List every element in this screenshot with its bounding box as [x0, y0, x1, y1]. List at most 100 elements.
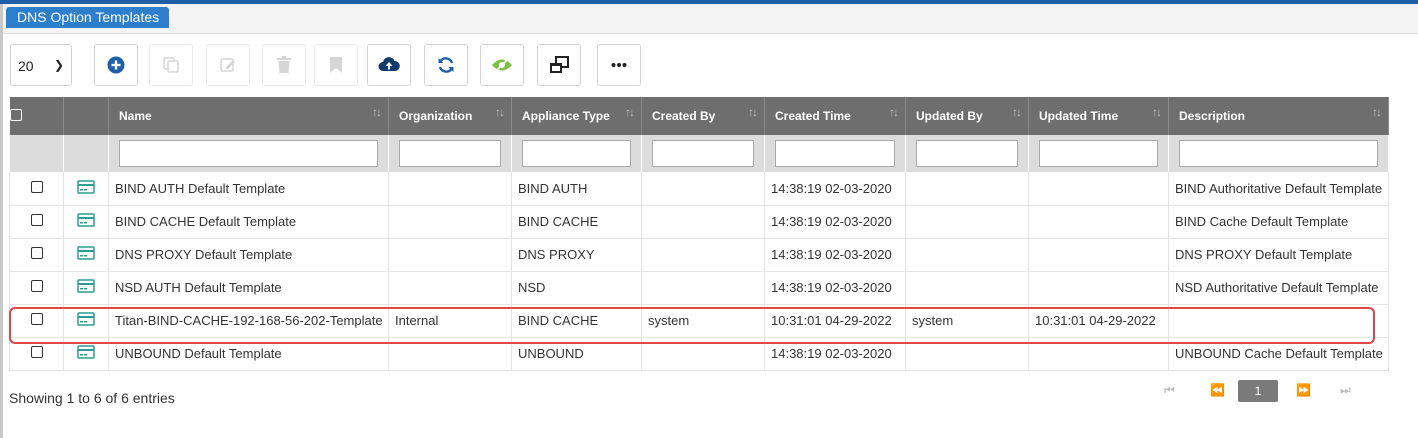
bookmark-button[interactable] [314, 44, 358, 86]
filter-name-input[interactable] [119, 140, 378, 167]
cloud-upload-icon [378, 57, 400, 71]
edit-button[interactable] [206, 44, 250, 86]
cell-created-by [641, 172, 765, 206]
filter-created-time-input[interactable] [775, 140, 895, 167]
cell-name: BIND CACHE Default Template [108, 205, 389, 239]
template-card-icon[interactable] [77, 312, 95, 326]
cell-description [1168, 304, 1389, 338]
current-page-button[interactable]: 1 [1238, 380, 1278, 402]
sort-icon[interactable]: ↑↓ [889, 105, 899, 119]
column-header-organization[interactable]: Organization ↑↓ [388, 97, 512, 135]
cell-updated-by [905, 238, 1029, 272]
column-header-updated-by[interactable]: Updated By ↑↓ [905, 97, 1029, 135]
column-header-updated-time[interactable]: Updated Time ↑↓ [1028, 97, 1169, 135]
cell-created-time: 10:31:01 04-29-2022 [764, 304, 906, 338]
page-size-value: 20 [18, 58, 34, 74]
column-header-name[interactable]: Name ↑↓ [108, 97, 389, 135]
filter-spacer [63, 135, 109, 172]
row-select-cell [9, 205, 64, 239]
select-all-checkbox[interactable] [9, 108, 22, 121]
select-all-header [9, 97, 64, 135]
sort-icon[interactable]: ↑↓ [1372, 105, 1382, 119]
sort-icon[interactable]: ↑↓ [625, 105, 635, 119]
icon-column-header [63, 97, 109, 135]
more-button[interactable] [597, 44, 641, 86]
table-row[interactable]: BIND AUTH Default Template BIND AUTH 14:38… [9, 172, 1389, 206]
column-header-description[interactable]: Description ↑↓ [1168, 97, 1389, 135]
page-size-select[interactable]: 20 ❯ [10, 44, 72, 86]
sort-icon[interactable]: ↑↓ [1012, 105, 1022, 119]
filter-cell [905, 135, 1029, 172]
row-checkbox[interactable] [30, 280, 43, 292]
filter-description-input[interactable] [1179, 140, 1378, 167]
next-page-icon[interactable]: ⏩ [1296, 383, 1311, 397]
add-button[interactable] [94, 44, 138, 86]
left-edge-stripe [0, 4, 3, 438]
cell-appliance-type: BIND AUTH [511, 172, 642, 206]
eye-icon [492, 57, 512, 73]
cell-organization: Internal [388, 304, 512, 338]
cell-created-by: system [641, 304, 765, 338]
cell-name: BIND AUTH Default Template [108, 172, 389, 206]
row-icon-cell [63, 271, 109, 305]
template-card-icon[interactable] [77, 180, 95, 194]
table-row[interactable]: Titan-BIND-CACHE-192-168-56-202-Template… [9, 304, 1389, 338]
row-checkbox[interactable] [30, 247, 43, 259]
sort-icon[interactable]: ↑↓ [1152, 105, 1162, 119]
refresh-button[interactable] [424, 44, 468, 86]
column-header-created-time[interactable]: Created Time ↑↓ [764, 97, 906, 135]
row-icon-cell [63, 304, 109, 338]
filter-cell [388, 135, 512, 172]
visibility-button[interactable] [480, 44, 524, 86]
windows-button[interactable] [537, 44, 581, 86]
prev-page-icon[interactable]: ⏪ [1210, 383, 1225, 397]
last-page-icon[interactable]: ⏭ [1340, 383, 1351, 398]
row-icon-cell [63, 172, 109, 206]
sort-icon[interactable]: ↑↓ [495, 105, 505, 119]
filter-updated-time-input[interactable] [1039, 140, 1158, 167]
sort-icon[interactable]: ↑↓ [372, 105, 382, 119]
template-card-icon[interactable] [77, 345, 95, 359]
template-card-icon[interactable] [77, 279, 95, 293]
upload-button[interactable] [367, 44, 411, 86]
table-row[interactable]: UNBOUND Default Template UNBOUND 14:38:19 … [9, 337, 1389, 371]
refresh-icon [438, 57, 454, 73]
entries-summary: Showing 1 to 6 of 6 entries [9, 390, 175, 406]
row-checkbox[interactable] [30, 214, 43, 226]
row-select-cell [9, 337, 64, 371]
filter-cell [1028, 135, 1169, 172]
template-card-icon[interactable] [77, 213, 95, 227]
row-checkbox[interactable] [30, 346, 43, 358]
table-row[interactable]: BIND CACHE Default Template BIND CACHE 14:… [9, 205, 1389, 239]
filter-updated-by-input[interactable] [916, 140, 1018, 167]
copy-icon [163, 57, 179, 73]
first-page-icon[interactable]: ⏮ [1164, 383, 1175, 398]
table-row[interactable]: DNS PROXY Default Template DNS PROXY 14:38… [9, 238, 1389, 272]
row-checkbox[interactable] [30, 180, 43, 193]
delete-button[interactable] [262, 44, 306, 86]
row-icon-cell [63, 238, 109, 272]
cell-name: DNS PROXY Default Template [108, 238, 389, 272]
templates-table: Name ↑↓ Organization ↑↓ Appliance Type ↑↓ C… [9, 97, 1389, 371]
cell-description: BIND Authoritative Default Template [1168, 172, 1389, 206]
cell-organization [388, 337, 512, 371]
row-checkbox[interactable] [30, 313, 43, 325]
table-row[interactable]: NSD AUTH Default Template NSD 14:38:19 02-… [9, 271, 1389, 305]
cell-created-by [641, 205, 765, 239]
sort-icon[interactable]: ↑↓ [748, 105, 758, 119]
copy-button[interactable] [149, 44, 193, 86]
cell-name[interactable]: Titan-BIND-CACHE-192-168-56-202-Template [108, 304, 389, 338]
cell-appliance-type: UNBOUND [511, 337, 642, 371]
cell-organization [388, 172, 512, 206]
filter-created-by-input[interactable] [652, 140, 754, 167]
cell-description: NSD Authoritative Default Template [1168, 271, 1389, 305]
filter-cell [108, 135, 389, 172]
column-header-created-by[interactable]: Created By ↑↓ [641, 97, 765, 135]
filter-organization-input[interactable] [399, 140, 501, 167]
template-card-icon[interactable] [77, 246, 95, 260]
page-title-tab[interactable]: DNS Option Templates [6, 7, 170, 28]
cell-updated-time: 10:31:01 04-29-2022 [1028, 304, 1169, 338]
row-select-cell [9, 304, 64, 338]
filter-appliance-type-input[interactable] [522, 140, 631, 167]
column-header-appliance-type[interactable]: Appliance Type ↑↓ [511, 97, 642, 135]
